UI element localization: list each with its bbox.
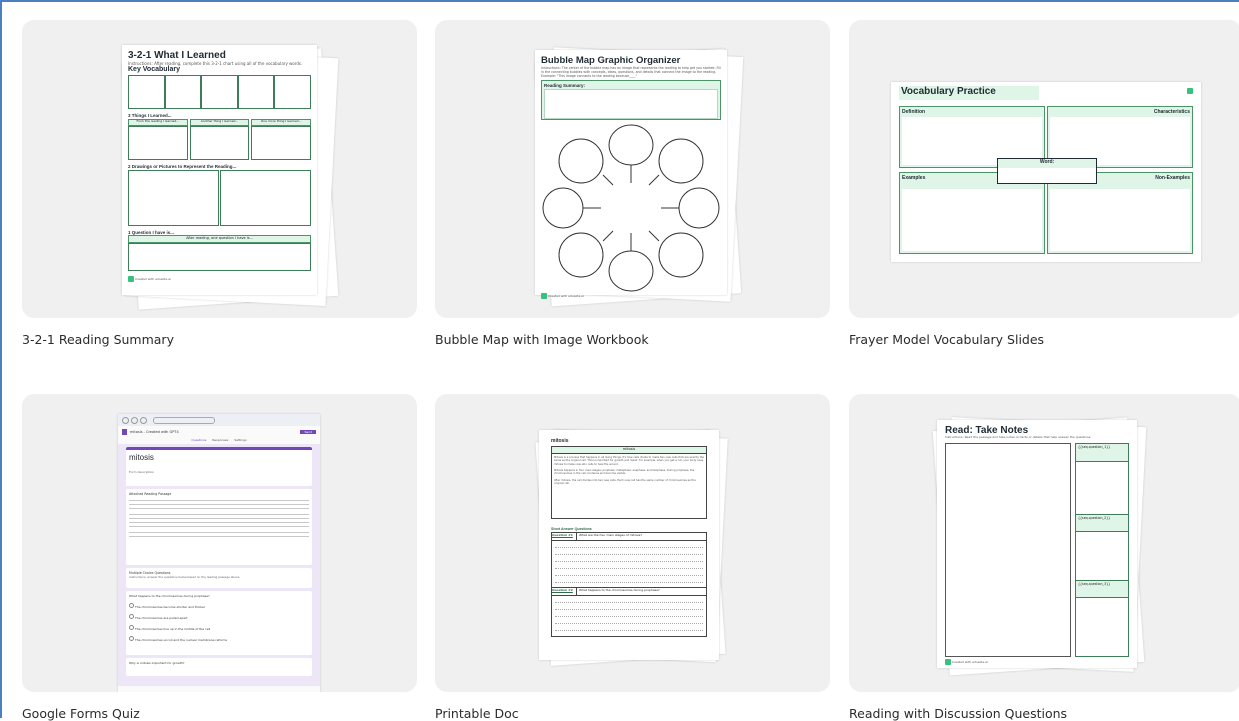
- template-card-google-forms[interactable]: mitosis - Created with GPT4 Send Questio…: [22, 394, 417, 721]
- template-caption[interactable]: Frayer Model Vocabulary Slides: [849, 332, 1044, 347]
- things-col: Another thing I learned...: [189, 119, 250, 127]
- bubble-map-diagram: [542, 124, 720, 292]
- q2-text: What happens to the chromosomes during p…: [579, 588, 660, 592]
- template-thumbnail[interactable]: Read: Take Notes Instructions: Read the …: [849, 394, 1239, 692]
- template-thumbnail[interactable]: mitosis mitosis Mitosis is a process tha…: [435, 394, 830, 692]
- template-caption[interactable]: 3-2-1 Reading Summary: [22, 332, 174, 347]
- template-thumbnail[interactable]: mitosis - Created with GPT4 Send Questio…: [22, 394, 417, 692]
- worksheet-preview: Bubble Map Graphic Organizer Instruction…: [535, 50, 727, 299]
- tab-questions[interactable]: Questions: [191, 438, 206, 444]
- template-card-bubble-map[interactable]: Bubble Map Graphic Organizer Instruction…: [435, 20, 830, 350]
- passage-heading: Attached Reading Passage: [129, 492, 172, 496]
- template-card-frayer-model[interactable]: Vocabulary Practice Definition Character…: [849, 20, 1239, 350]
- forms-icon: [122, 429, 127, 435]
- definition-label: Definition: [902, 109, 926, 115]
- template-thumbnail[interactable]: Bubble Map Graphic Organizer Instruction…: [435, 20, 830, 318]
- template-card-printable-doc[interactable]: mitosis mitosis Mitosis is a process tha…: [435, 394, 830, 721]
- mc-instructions: Instructions: Answer the questions below…: [129, 575, 241, 579]
- form-description: Form description: [129, 470, 155, 474]
- template-card-discussion-questions[interactable]: Read: Take Notes Instructions: Read the …: [849, 394, 1239, 721]
- preview-instructions: Instructions: The center of the bubble m…: [541, 66, 721, 78]
- things-col: One more thing I learned...: [251, 119, 312, 127]
- template-card-reading-summary[interactable]: 3-2-1 What I Learned Instructions: After…: [22, 20, 417, 350]
- forms-doc-title: mitosis - Created with GPT4: [130, 430, 179, 434]
- question-1: What happens to the chromosomes during p…: [129, 594, 210, 598]
- question-slot: {{seq.question_3}}: [1076, 579, 1128, 598]
- word-label: Word:: [998, 159, 1096, 168]
- send-button[interactable]: Send: [300, 430, 316, 434]
- things-col: From the reading I learned...: [128, 119, 188, 127]
- q1-label: Question #1: [552, 533, 577, 540]
- doc-paragraph: Mitosis happens in four main stages: pro…: [554, 469, 695, 476]
- summary-label: Reading Summary:: [544, 83, 586, 88]
- option[interactable]: The chromosomes uncoil and the nuclear m…: [135, 638, 227, 642]
- preview-title: Read: Take Notes: [945, 425, 1029, 436]
- preview-title: Vocabulary Practice: [899, 86, 1039, 100]
- eduaide-logo-icon: [541, 293, 547, 299]
- doc-title: mitosis: [551, 438, 569, 444]
- template-thumbnail[interactable]: 3-2-1 What I Learned Instructions: After…: [22, 20, 417, 318]
- option[interactable]: The chromosomes become shorter and thick…: [135, 605, 205, 609]
- eduaide-logo-icon: [945, 658, 951, 665]
- question-prompt: After reading, one question I have is...: [128, 235, 311, 244]
- template-caption[interactable]: Google Forms Quiz: [22, 706, 140, 721]
- slide-preview: Vocabulary Practice Definition Character…: [891, 82, 1201, 262]
- preview-footer: Created with eduaide.ai: [134, 277, 171, 282]
- form-title: mitosis: [129, 453, 154, 462]
- template-caption[interactable]: Printable Doc: [435, 706, 519, 721]
- worksheet-preview: 3-2-1 What I Learned Instructions: After…: [122, 45, 317, 295]
- things-heading: 3 Things I Learned...: [128, 113, 172, 119]
- preview-title: Bubble Map Graphic Organizer: [541, 55, 681, 66]
- question-2: Why is mitosis important for growth?: [129, 661, 185, 665]
- sa-heading: Short Answer Questions: [551, 527, 592, 531]
- tab-responses[interactable]: Responses: [212, 438, 228, 444]
- template-caption[interactable]: Reading with Discussion Questions: [849, 706, 1067, 721]
- doc-paragraph: After mitosis, the cell divides into two…: [554, 478, 696, 486]
- doc-table-header: mitosis: [552, 447, 706, 454]
- preview-footer: Created with eduaide.ai: [547, 294, 584, 298]
- q2-label: Question #2: [552, 588, 577, 595]
- eduaide-logo-icon: [1187, 88, 1193, 94]
- vocab-heading: Key Vocabulary: [128, 66, 181, 74]
- option[interactable]: The chromosomes line up in the middle of…: [135, 627, 210, 631]
- question-slot: {{seq.question_1}}: [1076, 443, 1128, 462]
- template-thumbnail[interactable]: Vocabulary Practice Definition Character…: [849, 20, 1239, 318]
- eduaide-logo-icon: [128, 276, 134, 283]
- document-preview: mitosis mitosis Mitosis is a process tha…: [539, 430, 719, 660]
- preview-title: 3-2-1 What I Learned: [128, 50, 226, 61]
- q1-text: What are the four main stages of mitosis…: [579, 533, 642, 537]
- template-caption[interactable]: Bubble Map with Image Workbook: [435, 332, 649, 347]
- characteristics-label: Characteristics: [1153, 109, 1190, 115]
- forms-preview: mitosis - Created with GPT4 Send Questio…: [118, 414, 320, 692]
- worksheet-preview: Read: Take Notes Instructions: Read the …: [937, 420, 1137, 668]
- option[interactable]: The chromosomes are pulled apart: [135, 616, 188, 620]
- doc-paragraph: Mitosis is a process that happens in all…: [554, 456, 704, 466]
- preview-instructions: Instructions: Read the passage and take …: [945, 436, 1092, 439]
- drawings-heading: 2 Drawings or Pictures to Represent the …: [128, 164, 237, 170]
- preview-footer: Created with eduaide.ai: [951, 659, 988, 664]
- question-slot: {{seq.question_2}}: [1076, 513, 1128, 532]
- tab-settings[interactable]: Settings: [234, 438, 246, 444]
